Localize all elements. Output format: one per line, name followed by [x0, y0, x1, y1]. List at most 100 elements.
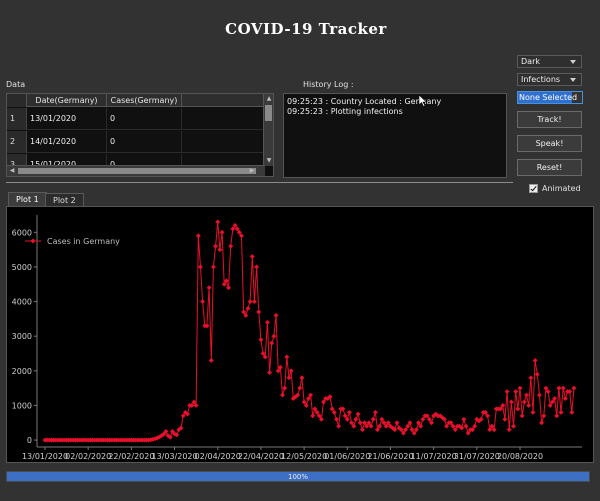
chevron-down-icon	[570, 60, 576, 64]
data-point	[206, 285, 212, 291]
date-cell[interactable]: 13/01/2020	[27, 108, 107, 130]
speak-button[interactable]: Speak!	[517, 135, 582, 152]
data-table[interactable]: Date(Germany) Cases(Germany) 1 13/01/202…	[6, 93, 274, 177]
data-point	[247, 299, 253, 305]
data-point	[249, 253, 255, 260]
data-point	[284, 354, 290, 360]
track-button[interactable]: Track!	[517, 111, 582, 128]
scroll-left-icon[interactable]: ◀	[7, 166, 17, 176]
scroll-thumb[interactable]	[265, 105, 272, 121]
data-point	[336, 423, 342, 429]
table-header: Date(Germany) Cases(Germany)	[7, 94, 265, 107]
x-tick-label: 22/04/2020	[238, 452, 284, 461]
data-point	[213, 243, 219, 249]
data-point	[532, 357, 538, 363]
data-point	[530, 409, 536, 415]
data-point	[264, 319, 270, 325]
section-divider	[6, 182, 513, 183]
data-point	[556, 385, 562, 391]
data-point	[197, 264, 204, 270]
data-point	[282, 385, 288, 391]
row-number[interactable]: 1	[7, 108, 27, 130]
history-log[interactable]: 09:25:23 : Country Located : Germany 09:…	[283, 93, 507, 178]
data-point	[521, 399, 527, 405]
data-point	[299, 375, 305, 381]
checkmark-icon	[530, 184, 537, 192]
data-point	[562, 395, 568, 402]
data-point	[515, 406, 521, 412]
x-tick-label: 11/07/2020	[411, 452, 457, 461]
data-point	[517, 385, 523, 391]
country-input[interactable]	[517, 91, 583, 104]
data-point	[219, 229, 225, 235]
reset-button[interactable]: Reset!	[517, 159, 582, 176]
data-point	[569, 409, 575, 415]
x-tick-label: 13/01/2020	[22, 452, 68, 461]
progress-label: 100%	[287, 473, 308, 481]
data-label: Data	[6, 80, 26, 89]
plot-area[interactable]: 0 1000 2000 3000 4000 5000 6000 13/01/2020 02/02…	[6, 206, 594, 463]
data-point	[273, 312, 279, 318]
table-vertical-scrollbar[interactable]: ▲ ▼	[263, 94, 273, 166]
mouse-cursor-icon	[419, 95, 427, 107]
data-point	[508, 399, 514, 405]
data-point	[195, 233, 201, 239]
data-point	[353, 416, 359, 422]
scroll-down-icon[interactable]: ▼	[264, 156, 273, 166]
log-line: 09:25:23 : Plotting infections	[287, 107, 403, 116]
table-horizontal-scrollbar[interactable]: ◀ ▶	[7, 165, 265, 176]
data-point	[523, 392, 530, 398]
data-point	[536, 392, 543, 398]
data-point	[200, 299, 206, 305]
data-point	[297, 385, 303, 391]
theme-select[interactable]: Dark	[517, 55, 582, 68]
data-point	[355, 411, 361, 417]
table-row[interactable]: 1 13/01/2020 0	[7, 108, 265, 130]
legend-label: Cases in Germany	[47, 237, 120, 246]
data-point	[267, 369, 273, 376]
log-line: 09:25:23 : Country Located : Germany	[287, 97, 442, 106]
corner-header[interactable]	[7, 94, 27, 107]
data-point	[215, 219, 221, 225]
cases-cell[interactable]: 0	[107, 108, 182, 130]
data-point	[254, 264, 260, 270]
x-tick-label: 01/06/2020	[324, 452, 370, 461]
data-point	[372, 409, 378, 415]
legend-marker	[30, 238, 36, 244]
cases-cell[interactable]: 0	[107, 131, 182, 153]
x-tick-label: 31/07/2020	[454, 452, 500, 461]
tab-plot-1[interactable]: Plot 1	[8, 192, 47, 207]
data-point	[502, 416, 508, 422]
data-point	[286, 375, 292, 381]
data-point	[558, 409, 564, 415]
metric-select[interactable]: Infections	[517, 73, 582, 86]
chevron-down-icon	[570, 78, 576, 82]
data-point	[504, 389, 510, 395]
scroll-up-icon[interactable]: ▲	[264, 94, 273, 104]
data-point	[288, 368, 294, 374]
data-point	[357, 420, 363, 426]
data-point	[541, 413, 547, 419]
data-point	[258, 337, 264, 343]
data-point	[510, 423, 517, 429]
x-tick-label: 21/06/2020	[367, 452, 413, 461]
column-header-date[interactable]: Date(Germany)	[27, 94, 107, 107]
progress-bar: 100%	[6, 471, 590, 482]
data-point	[560, 385, 566, 391]
scroll-right-icon[interactable]: ▶	[247, 166, 257, 176]
data-point	[528, 375, 534, 381]
data-point	[269, 340, 275, 346]
x-tick-label: 13/03/2020	[151, 452, 197, 461]
column-header-cases[interactable]: Cases(Germany)	[107, 94, 182, 107]
scroll-thumb[interactable]	[18, 168, 256, 174]
row-number[interactable]: 2	[7, 131, 27, 153]
y-tick-label: 3000	[12, 332, 32, 341]
data-point	[519, 413, 525, 419]
animated-checkbox[interactable]	[529, 184, 538, 193]
date-cell[interactable]: 14/01/2020	[27, 131, 107, 153]
table-row[interactable]: 2 14/01/2020 0	[7, 131, 265, 153]
data-point	[359, 427, 365, 433]
data-point	[333, 416, 340, 422]
history-log-label: History Log :	[303, 80, 354, 89]
metric-select-value: Infections	[521, 75, 561, 84]
